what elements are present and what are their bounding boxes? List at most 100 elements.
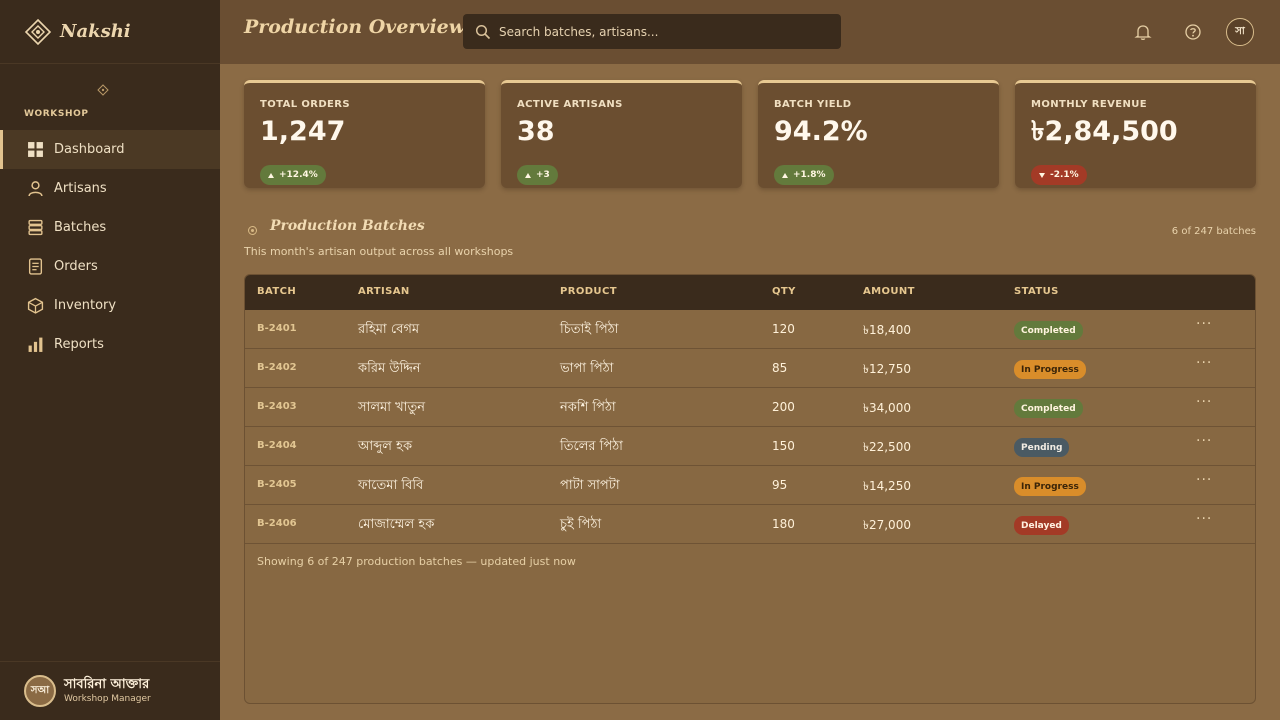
table-row[interactable]: B-2403 সালমা খাতুন নকশি পিঠা 200 ৳34,000… bbox=[245, 388, 1255, 427]
bar-chart-icon bbox=[27, 336, 44, 353]
stat-delta-badge: +1.8% bbox=[774, 165, 834, 185]
search-input[interactable] bbox=[499, 24, 819, 39]
status-badge: In Progress bbox=[1014, 477, 1086, 496]
sidebar-section-label: WORKSHOP bbox=[24, 109, 89, 119]
stat-delta: -2.1% bbox=[1050, 170, 1079, 180]
sidebar-item-label: Reports bbox=[54, 337, 104, 352]
amount: ৳27,000 bbox=[863, 518, 911, 532]
status-badge: Delayed bbox=[1014, 516, 1069, 535]
sidebar-item-label: Orders bbox=[54, 259, 98, 274]
header-avatar[interactable]: সা bbox=[1226, 18, 1254, 46]
amount: ৳22,500 bbox=[863, 440, 911, 454]
sidebar-nav: Dashboard Artisans Batches Orders Invent… bbox=[0, 130, 220, 364]
sidebar-item-reports[interactable]: Reports bbox=[0, 325, 220, 364]
bell-icon[interactable] bbox=[1130, 19, 1156, 45]
more-options-icon[interactable]: ··· bbox=[1196, 511, 1212, 527]
column-header-artisan[interactable]: ARTISAN bbox=[358, 286, 410, 297]
sidebar-item-artisans[interactable]: Artisans bbox=[0, 169, 220, 208]
ornament-icon bbox=[97, 84, 109, 96]
stat-card-monthly-revenue: MONTHLY REVENUE ৳2,84,500 -2.1% bbox=[1015, 80, 1256, 188]
more-options-icon[interactable]: ··· bbox=[1196, 355, 1212, 371]
quantity: 95 bbox=[772, 478, 788, 492]
stat-label: TOTAL ORDERS bbox=[260, 99, 350, 110]
column-header-batch[interactable]: BATCH bbox=[257, 286, 296, 297]
box-icon bbox=[27, 297, 44, 314]
status-badge: Completed bbox=[1014, 399, 1083, 418]
amount: ৳18,400 bbox=[863, 323, 911, 337]
stat-value: 1,247 bbox=[260, 116, 346, 147]
trend-up-icon bbox=[525, 172, 531, 178]
quantity: 200 bbox=[772, 400, 795, 414]
product-name: চিতাই পিঠা bbox=[560, 322, 619, 337]
section-subtitle: This month's artisan output across all w… bbox=[244, 245, 514, 258]
more-options-icon[interactable]: ··· bbox=[1196, 316, 1212, 332]
amount: ৳34,000 bbox=[863, 401, 911, 415]
sidebar-item-inventory[interactable]: Inventory bbox=[0, 286, 220, 325]
page-title: Production Overview bbox=[244, 16, 466, 38]
stat-value: ৳2,84,500 bbox=[1031, 116, 1178, 147]
sidebar-item-orders[interactable]: Orders bbox=[0, 247, 220, 286]
stat-value: 38 bbox=[517, 116, 555, 147]
user-profile[interactable]: সআ সাবরিনা আক্তার Workshop Manager bbox=[0, 661, 220, 720]
table-row[interactable]: B-2405 ফাতেমা বিবি পাটা সাপটা 95 ৳14,250… bbox=[245, 466, 1255, 505]
table-footer: Showing 6 of 247 production batches — up… bbox=[257, 555, 576, 568]
nakshi-logo-icon bbox=[24, 18, 52, 46]
trend-up-icon bbox=[782, 172, 788, 178]
artisan-name: ফাতেমা বিবি bbox=[358, 478, 424, 493]
stat-delta: +1.8% bbox=[793, 170, 826, 180]
batch-id: B-2403 bbox=[257, 401, 297, 412]
stack-icon bbox=[27, 219, 44, 236]
trend-down-icon bbox=[1039, 172, 1045, 178]
user-name: সাবরিনা আক্তার bbox=[64, 676, 150, 692]
column-header-amount[interactable]: AMOUNT bbox=[863, 286, 915, 297]
stat-label: ACTIVE ARTISANS bbox=[517, 99, 623, 110]
batch-id: B-2401 bbox=[257, 323, 297, 334]
sidebar-item-dashboard[interactable]: Dashboard bbox=[0, 130, 220, 169]
column-header-status[interactable]: STATUS bbox=[1014, 286, 1059, 297]
brand-name: Nakshi bbox=[60, 21, 131, 42]
stat-label: BATCH YIELD bbox=[774, 99, 852, 110]
column-header-qty[interactable]: QTY bbox=[772, 286, 796, 297]
stat-delta: +12.4% bbox=[279, 170, 318, 180]
quantity: 120 bbox=[772, 322, 795, 336]
more-options-icon[interactable]: ··· bbox=[1196, 472, 1212, 488]
help-icon[interactable] bbox=[1180, 19, 1206, 45]
table-row[interactable]: B-2404 আব্দুল হক তিলের পিঠা 150 ৳22,500 … bbox=[245, 427, 1255, 466]
more-options-icon[interactable]: ··· bbox=[1196, 433, 1212, 449]
product-name: চুই পিঠা bbox=[560, 517, 602, 532]
sidebar-item-batches[interactable]: Batches bbox=[0, 208, 220, 247]
search-bar[interactable] bbox=[463, 14, 841, 49]
quantity: 150 bbox=[772, 439, 795, 453]
table-header: BATCH ARTISAN PRODUCT QTY AMOUNT STATUS bbox=[245, 275, 1255, 310]
batch-count: 6 of 247 batches bbox=[1171, 226, 1256, 237]
top-header: Production Overview সা bbox=[220, 0, 1280, 64]
table-row[interactable]: B-2402 করিম উদ্দিন ভাপা পিঠা 85 ৳12,750 … bbox=[245, 349, 1255, 388]
quantity: 85 bbox=[772, 361, 788, 375]
stat-card-batch-yield: BATCH YIELD 94.2% +1.8% bbox=[758, 80, 999, 188]
artisan-name: মোজাম্মেল হক bbox=[358, 517, 435, 532]
table-row[interactable]: B-2406 মোজাম্মেল হক চুই পিঠা 180 ৳27,000… bbox=[245, 505, 1255, 544]
table-row[interactable]: B-2401 রহিমা বেগম চিতাই পিঠা 120 ৳18,400… bbox=[245, 310, 1255, 349]
stat-label: MONTHLY REVENUE bbox=[1031, 99, 1147, 110]
brand[interactable]: Nakshi bbox=[0, 0, 220, 64]
avatar: সআ bbox=[24, 675, 56, 707]
status-badge: Pending bbox=[1014, 438, 1070, 457]
quantity: 180 bbox=[772, 517, 795, 531]
product-name: তিলের পিঠা bbox=[560, 439, 623, 454]
user-info: সাবরিনা আক্তার Workshop Manager bbox=[64, 677, 151, 706]
stat-delta: +3 bbox=[536, 170, 550, 180]
stat-card-active-artisans: ACTIVE ARTISANS 38 +3 bbox=[501, 80, 742, 188]
product-name: ভাপা পিঠা bbox=[560, 361, 614, 376]
artisan-name: রহিমা বেগম bbox=[358, 322, 420, 337]
stat-delta-badge: -2.1% bbox=[1031, 165, 1087, 185]
artisan-name: করিম উদ্দিন bbox=[358, 361, 421, 376]
more-options-icon[interactable]: ··· bbox=[1196, 394, 1212, 410]
batch-id: B-2404 bbox=[257, 440, 297, 451]
batch-id: B-2405 bbox=[257, 479, 297, 490]
column-header-product[interactable]: PRODUCT bbox=[560, 286, 617, 297]
user-icon bbox=[27, 180, 44, 197]
product-name: নকশি পিঠা bbox=[560, 400, 616, 415]
artisan-name: সালমা খাতুন bbox=[358, 400, 425, 415]
stat-delta-badge: +12.4% bbox=[260, 165, 326, 185]
batches-table: BATCH ARTISAN PRODUCT QTY AMOUNT STATUS … bbox=[244, 274, 1256, 704]
